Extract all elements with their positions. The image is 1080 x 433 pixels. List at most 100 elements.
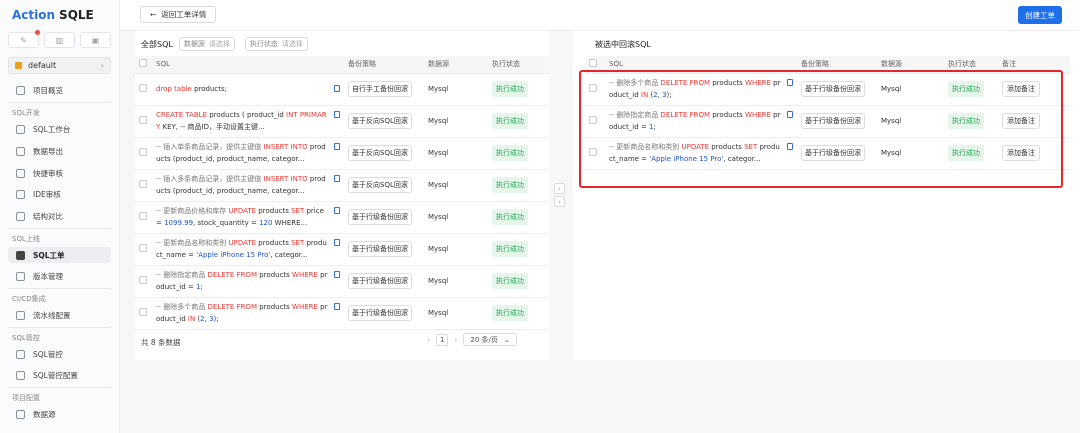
nav-label-workbench: SQL工作台 <box>33 124 71 134</box>
col-strategy: 备份策略 <box>344 56 424 74</box>
sql-text: -- 删除指定商品 DELETE FROM products WHERE pro… <box>156 269 328 293</box>
settings-icon[interactable]: ▣ <box>80 32 111 48</box>
move-right-button[interactable]: › <box>554 183 565 194</box>
backup-strategy-select[interactable]: 基于反向SQL回滚 <box>348 145 412 161</box>
flag-icon <box>15 62 22 69</box>
project-selector[interactable]: default › <box>8 57 111 74</box>
prev-page-icon[interactable]: ‹ <box>427 335 430 344</box>
row-checkbox[interactable] <box>139 180 147 188</box>
total-count: 共 8 条数据 <box>141 338 181 347</box>
sql-cell: -- 插入单条商品记录，提供主键值 INSERT INTO products (… <box>152 137 344 170</box>
table-row[interactable]: drop table products; 自行手工备份回滚 Mysql 执行成功 <box>135 73 549 106</box>
nav-item-struct-compare[interactable]: 结构对比 <box>8 208 111 224</box>
status-cell: 执行成功 <box>488 105 549 138</box>
sql-cell: -- 删除多个商品 DELETE FROM products WHERE pro… <box>152 297 344 330</box>
row-checkbox[interactable] <box>139 308 147 316</box>
sql-content: -- 更新商品价格和库存 UPDATE products SET price =… <box>156 205 340 229</box>
nav-item-overview[interactable]: 项目概览 <box>8 82 111 98</box>
copy-icon[interactable] <box>334 303 340 310</box>
backup-strategy-select[interactable]: 基于行级备份回滚 <box>348 241 412 257</box>
backup-strategy-select[interactable]: 基于行级备份回滚 <box>348 273 412 289</box>
row-checkbox[interactable] <box>139 148 147 156</box>
edit-icon[interactable]: ✎ <box>8 30 40 48</box>
row-checkbox[interactable] <box>139 116 147 124</box>
row-checkbox[interactable] <box>139 84 147 92</box>
copy-icon[interactable] <box>334 85 340 92</box>
nav-item-datasource[interactable]: 数据源 <box>8 406 111 422</box>
row-checkbox[interactable] <box>139 276 147 284</box>
pipeline-icon <box>16 310 25 320</box>
page-number[interactable]: 1 <box>436 333 449 346</box>
table-row[interactable]: -- 插入单条商品记录，提供主键值 INSERT INTO products (… <box>135 137 549 170</box>
back-button[interactable]: ← 返回工单详情 <box>140 6 217 23</box>
nav-label-overview: 项目概览 <box>33 85 63 95</box>
sql-token: -- 插入多条商品记录，提供主键值 <box>156 175 264 183</box>
nav-item-pipeline[interactable]: 流水线配置 <box>8 307 111 323</box>
table-row[interactable]: -- 更新商品价格和库存 UPDATE products SET price =… <box>135 201 549 234</box>
table-row[interactable]: -- 删除多个商品 DELETE FROM products WHERE pro… <box>135 297 549 330</box>
backup-strategy-select[interactable]: 自行手工备份回滚 <box>348 81 412 97</box>
col-status: 执行状态 <box>488 56 549 74</box>
table-row[interactable]: CREATE TABLE products ( product_id INT P… <box>135 105 549 138</box>
transfer-controls: › ‹ <box>554 183 565 207</box>
highlight-box <box>579 70 1063 188</box>
backup-strategy-select[interactable]: 基于行级备份回滚 <box>348 305 412 321</box>
sql-token: DELETE FROM <box>207 303 258 311</box>
select-all-checkbox[interactable] <box>139 59 147 68</box>
backup-strategy-select[interactable]: 基于反向SQL回滚 <box>348 177 412 193</box>
copy-icon[interactable] <box>334 239 340 246</box>
sql-token: WHERE... <box>272 219 308 227</box>
copy-icon[interactable] <box>334 207 340 214</box>
audit-icon <box>16 168 25 178</box>
move-left-button[interactable]: ‹ <box>554 196 565 207</box>
nav-item-workbench[interactable]: SQL工作台 <box>8 121 111 137</box>
col-datasource: 数据源 <box>424 56 488 74</box>
copy-icon[interactable] <box>334 271 340 278</box>
all-sql-title: 全部SQL <box>141 39 173 49</box>
status-cell: 执行成功 <box>488 201 549 234</box>
strategy-cell: 基于反向SQL回滚 <box>344 137 424 170</box>
nav-label-ide-audit: IDE审核 <box>33 189 61 199</box>
table-row[interactable]: -- 删除指定商品 DELETE FROM products WHERE pro… <box>135 265 549 298</box>
copy-icon[interactable] <box>334 111 340 118</box>
copy-icon[interactable] <box>334 175 340 182</box>
create-ticket-button[interactable]: 创建工单 <box>1018 6 1062 24</box>
select-all-cell <box>135 56 152 74</box>
nav-item-sql-control-cfg[interactable]: SQL管控配置 <box>8 367 111 383</box>
page-size-value: 20 条/页 <box>470 335 498 344</box>
nav-item-sql-control[interactable]: SQL管控 <box>8 346 111 362</box>
sql-text: drop table products; <box>156 83 328 95</box>
nav-item-quick-audit[interactable]: 快捷审核 <box>8 165 111 181</box>
pagination: ‹ 1 › 20 条/页 ⌄ <box>427 333 517 346</box>
datasource-cell: Mysql <box>424 73 488 106</box>
sql-token: INSERT INTO <box>263 175 308 183</box>
datasource-filter[interactable]: 数据源 请选择 <box>178 37 235 51</box>
nav-item-ide-audit[interactable]: IDE审核 <box>8 186 111 202</box>
status-cell: 执行成功 <box>488 169 549 202</box>
sql-token: CREATE TABLE <box>156 111 207 119</box>
nav-item-export[interactable]: 数据导出 <box>8 143 111 159</box>
chart-icon[interactable]: ▥ <box>44 32 75 48</box>
status-filter[interactable]: 执行状态 请选择 <box>244 37 308 51</box>
compare-icon <box>16 211 25 221</box>
row-select-cell <box>135 169 152 202</box>
backup-strategy-select[interactable]: 基于反向SQL回滚 <box>348 113 412 129</box>
selected-rollback-title: 被选中回滚SQL <box>595 40 651 49</box>
nav-section-cicd: CI/CD集成 <box>12 295 46 303</box>
table-row[interactable]: -- 更新商品名称和类别 UPDATE products SET product… <box>135 233 549 266</box>
row-checkbox[interactable] <box>139 212 147 220</box>
table-row[interactable]: -- 插入多条商品记录，提供主键值 INSERT INTO products (… <box>135 169 549 202</box>
arrow-left-icon: ← <box>150 10 157 19</box>
nav-item-version-mgmt[interactable]: 版本管理 <box>8 268 111 284</box>
row-checkbox[interactable] <box>139 244 147 252</box>
select-all-checkbox[interactable] <box>589 59 597 68</box>
sql-content: drop table products; <box>156 83 340 95</box>
nav-item-sql-ticket[interactable]: SQL工单 <box>8 247 111 263</box>
nav-label-datasource: 数据源 <box>33 409 56 419</box>
backup-strategy-select[interactable]: 基于行级备份回滚 <box>348 209 412 225</box>
copy-icon[interactable] <box>334 143 340 150</box>
next-page-icon[interactable]: › <box>454 335 457 344</box>
page-size-select[interactable]: 20 条/页 ⌄ <box>463 333 517 346</box>
sql-content: CREATE TABLE products ( product_id INT P… <box>156 109 340 133</box>
nav-label-sql-control-cfg: SQL管控配置 <box>33 370 78 380</box>
